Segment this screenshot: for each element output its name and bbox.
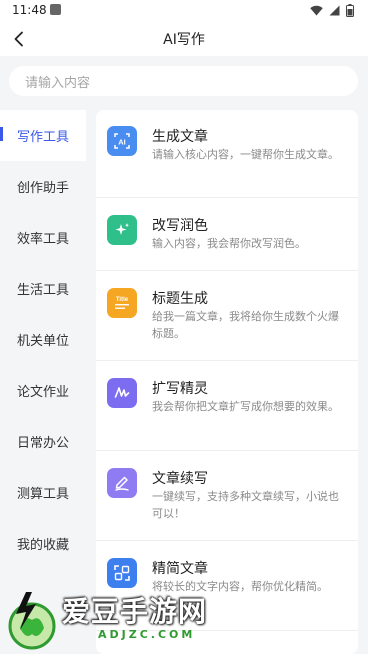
tool-desc: 我会帮你把文章扩写成你想要的效果。 bbox=[152, 400, 339, 413]
sidebar-item-label: 写作工具 bbox=[16, 130, 69, 145]
tool-card-generate-article[interactable]: AI 生成文章 请输入核心内容，一键帮你生成文章。 bbox=[96, 110, 358, 198]
tool-title: 扩写精灵 bbox=[152, 381, 208, 397]
notification-icon bbox=[50, 4, 61, 15]
tool-desc: 请输入核心内容，一键帮你生成文章。 bbox=[152, 148, 339, 161]
sidebar-item-writing-tools[interactable]: 写作工具 bbox=[0, 110, 86, 161]
sidebar-item-favorites[interactable]: 我的收藏 bbox=[0, 518, 86, 569]
search-placeholder: 请输入内容 bbox=[25, 75, 91, 91]
tool-title: 标题生成 bbox=[152, 291, 208, 307]
status-time: 11:48 bbox=[12, 3, 47, 17]
tool-title: 精简文章 bbox=[152, 561, 208, 577]
active-indicator bbox=[0, 127, 3, 141]
tool-content: AI 生成文章 请输入核心内容，一键帮你生成文章。 改写润色 输入内容，我会帮你… bbox=[86, 110, 368, 654]
watermark-text: 爱豆手游网 bbox=[62, 595, 208, 628]
tool-card-continue[interactable]: 文章续写 一键续写，支持多种文章续写，小说也可以！ bbox=[96, 450, 358, 541]
sidebar-item-life-tools[interactable]: 生活工具 bbox=[0, 263, 86, 314]
app-header: AI写作 bbox=[0, 22, 368, 56]
sidebar-item-label: 效率工具 bbox=[16, 232, 69, 247]
pen-icon bbox=[107, 468, 137, 498]
sidebar-item-papers[interactable]: 论文作业 bbox=[0, 365, 86, 416]
status-icons bbox=[310, 4, 354, 17]
sidebar-item-government[interactable]: 机关单位 bbox=[0, 314, 86, 365]
tool-title: 生成文章 bbox=[152, 129, 208, 145]
tool-desc: 输入内容，我会帮你改写润色。 bbox=[152, 237, 306, 250]
tool-list: AI 生成文章 请输入核心内容，一键帮你生成文章。 改写润色 输入内容，我会帮你… bbox=[96, 110, 358, 654]
tool-card-expand[interactable]: 扩写精灵 我会帮你把文章扩写成你想要的效果。 bbox=[96, 360, 358, 451]
sidebar-item-creation-assistant[interactable]: 创作助手 bbox=[0, 161, 86, 212]
status-bar: 11:48 bbox=[0, 0, 368, 22]
handwriting-icon bbox=[107, 378, 137, 408]
watermark-logo-icon bbox=[8, 592, 56, 650]
tool-desc: 给我一篇文章，我将给你生成数个火爆标题。 bbox=[152, 310, 339, 340]
svg-text:AI: AI bbox=[118, 138, 126, 147]
page-title: AI写作 bbox=[163, 32, 205, 48]
tool-desc: 一键续写，支持多种文章续写，小说也可以！ bbox=[152, 490, 339, 520]
watermark: 爱豆手游网 ADJZC.COM bbox=[0, 590, 250, 654]
category-sidebar: 写作工具 创作助手 效率工具 生活工具 机关单位 论文作业 日常办公 测算工具 … bbox=[0, 110, 86, 654]
sidebar-item-office[interactable]: 日常办公 bbox=[0, 416, 86, 467]
wifi-icon bbox=[310, 5, 323, 16]
tool-card-title-generate[interactable]: Title 标题生成 给我一篇文章，我将给你生成数个火爆标题。 bbox=[96, 270, 358, 361]
sidebar-item-label: 生活工具 bbox=[16, 283, 69, 298]
sidebar-item-calculation[interactable]: 测算工具 bbox=[0, 467, 86, 518]
sidebar-item-label: 我的收藏 bbox=[16, 538, 69, 553]
signal-icon bbox=[329, 5, 340, 16]
sidebar-item-label: 论文作业 bbox=[16, 385, 69, 400]
sidebar-item-label: 日常办公 bbox=[16, 436, 69, 451]
tool-title: 改写润色 bbox=[152, 218, 208, 234]
ai-article-icon: AI bbox=[107, 126, 137, 156]
svg-text:Title: Title bbox=[116, 297, 129, 303]
tool-card-rewrite[interactable]: 改写润色 输入内容，我会帮你改写润色。 bbox=[96, 197, 358, 271]
sidebar-item-label: 测算工具 bbox=[16, 487, 69, 502]
battery-icon bbox=[346, 4, 354, 17]
search-area: 请输入内容 bbox=[0, 56, 368, 110]
search-input[interactable]: 请输入内容 bbox=[9, 66, 358, 96]
tool-title: 文章续写 bbox=[152, 471, 208, 487]
title-icon: Title bbox=[107, 288, 137, 318]
sparkle-icon bbox=[107, 215, 137, 245]
sidebar-item-efficiency-tools[interactable]: 效率工具 bbox=[0, 212, 86, 263]
sidebar-item-label: 机关单位 bbox=[16, 334, 69, 349]
watermark-domain: ADJZC.COM bbox=[98, 628, 196, 641]
sidebar-item-label: 创作助手 bbox=[16, 181, 69, 196]
condense-icon bbox=[107, 558, 137, 588]
